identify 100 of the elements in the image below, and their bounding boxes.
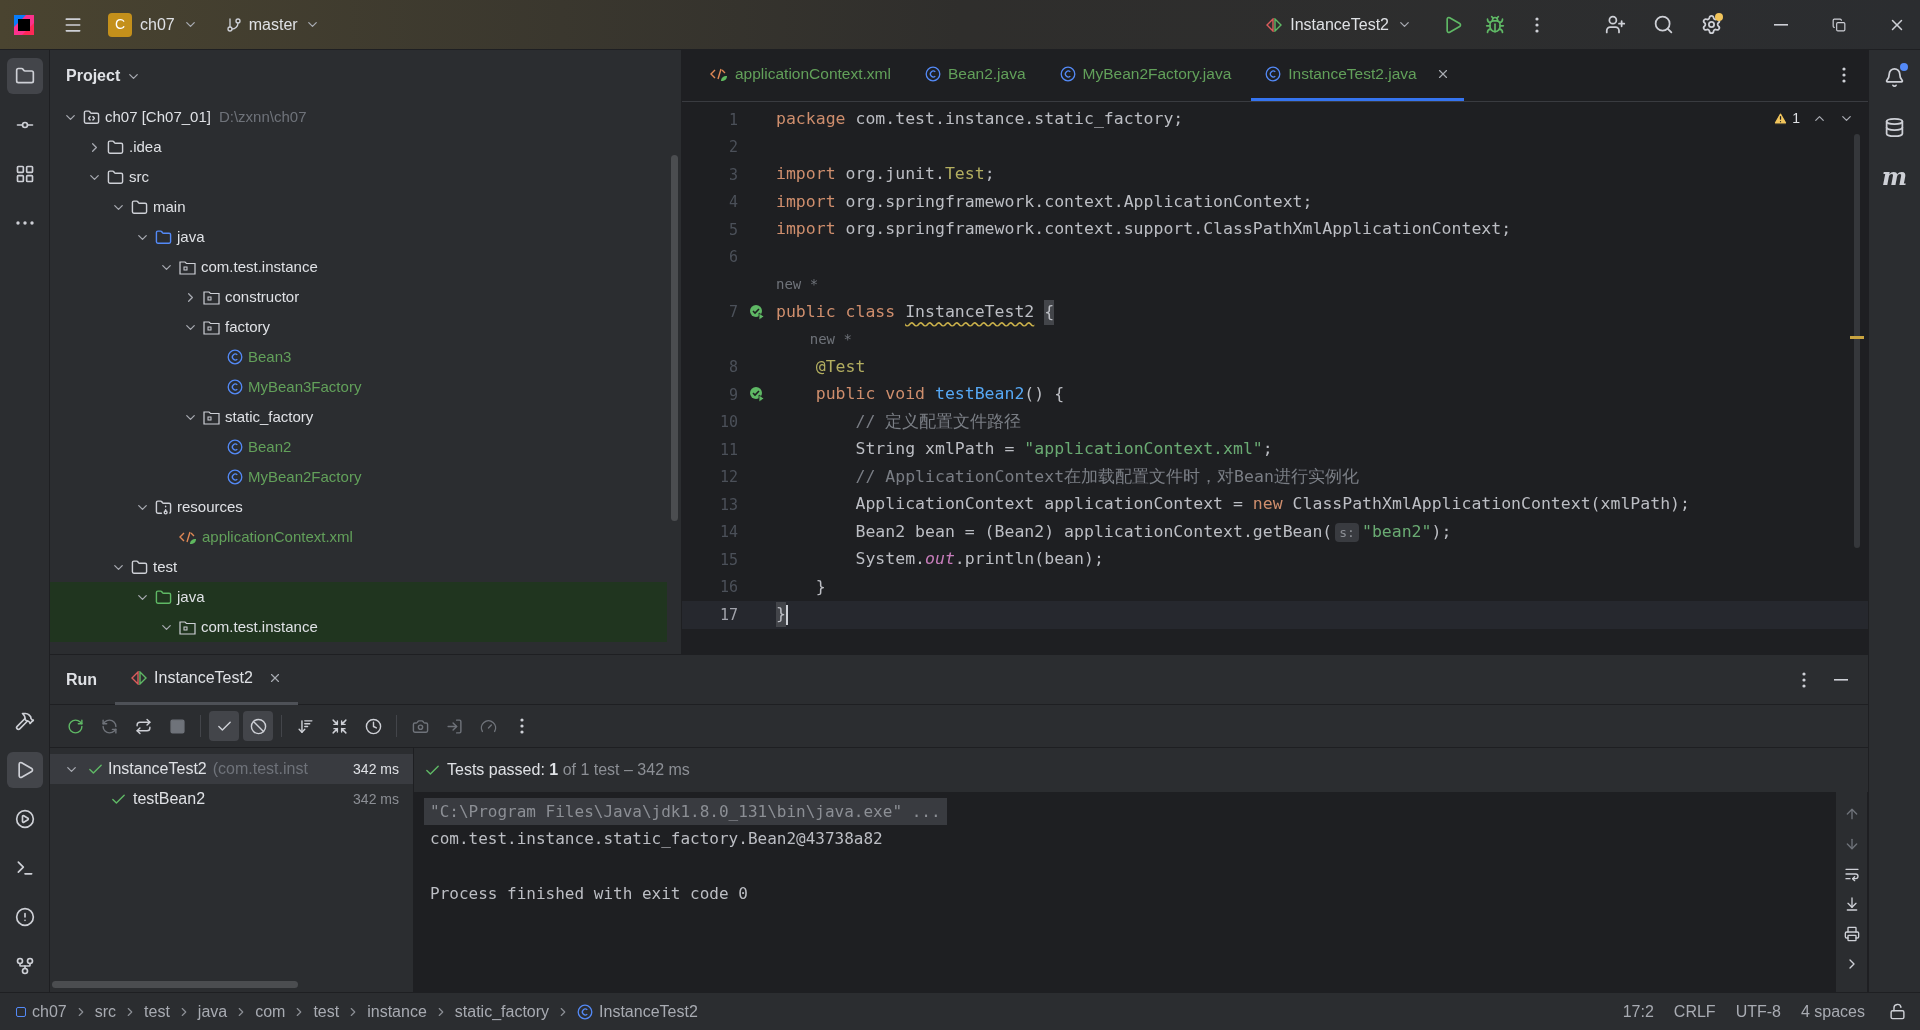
status-item[interactable]: UTF-8 [1735,999,1781,1024]
minimize-icon [1774,23,1788,26]
code-line: @Test [814,355,866,378]
warning-icon [1773,111,1789,126]
collapse-icon [330,717,348,735]
tool-window-button[interactable] [6,58,43,94]
gauge-icon [479,717,497,735]
auto-rerun-icon [134,717,152,735]
xml-file-icon [179,529,197,545]
stop-icon [168,717,186,735]
warning-count[interactable]: 1 [1773,108,1800,129]
breadcrumb[interactable]: InstanceTest2 [577,999,698,1024]
test-tree-item[interactable]: InstanceTest2 (com.test.inst 342 ms [50,754,413,784]
breadcrumb[interactable]: com [255,999,286,1024]
code-line: // 定义配置文件路径 [854,410,1022,433]
branch-switcher[interactable]: master [225,12,320,37]
alert-icon [14,907,35,927]
soft-wrap-icon[interactable] [1843,866,1860,882]
print-icon[interactable] [1843,926,1860,942]
git-branch-icon [225,16,242,33]
project-switcher[interactable]: C ch07 [108,12,198,37]
class-icon [227,349,243,365]
breadcrumb[interactable]: test [313,999,340,1024]
editor-tab[interactable]: MyBean2Factory.java [1045,49,1246,101]
run-test-icon[interactable] [748,386,766,404]
author-hint[interactable]: new * [776,329,852,351]
tool-window-button[interactable] [6,752,43,788]
warning-stripe [1850,336,1864,339]
scrollbar-thumb[interactable] [52,981,298,988]
status-item[interactable]: 17:2 [1622,999,1654,1024]
class-icon [577,1003,594,1020]
breadcrumb[interactable]: test [144,999,170,1024]
breadcrumb[interactable]: static_factory [454,999,550,1024]
camera-icon [411,717,429,735]
code-line: ApplicationContext applicationContext = new ClassPathXmlApplicationContext(xmlPath); [854,493,1690,516]
package-folder-icon [203,409,220,425]
folder-icon [131,198,148,216]
class-icon [227,439,243,455]
class-icon [1059,65,1076,82]
editor-tab[interactable]: InstanceTest2.java [1251,49,1464,101]
options-icon[interactable] [1802,671,1806,688]
hide-panel-icon[interactable] [1834,678,1848,681]
unlocked-icon[interactable] [1889,1003,1906,1020]
scrollbar-thumb[interactable] [1854,134,1860,548]
restore-icon [1832,17,1846,32]
package-folder-icon [179,619,196,635]
status-item[interactable]: 4 spaces [1800,999,1865,1024]
more-icon [15,221,34,225]
project-view-selector[interactable]: Project [50,50,681,102]
breadcrumb[interactable]: ch07 [16,999,67,1024]
breadcrumb[interactable]: java [197,999,228,1024]
code-line: public void testBean2() { [814,383,1065,406]
breadcrumb[interactable]: instance [367,999,427,1024]
more-icon[interactable] [520,718,524,734]
folder-icon [155,228,172,246]
run-tab[interactable]: InstanceTest2 [115,654,298,705]
rerun-icon [66,717,84,735]
folder-icon [107,138,124,156]
test-config-icon [1266,17,1283,32]
editor-tab[interactable]: applicationContext.xml [696,49,905,101]
run-configuration-selector[interactable]: InstanceTest2 [1266,12,1412,37]
more-icon[interactable] [1535,16,1539,33]
settings-icon [1700,14,1722,35]
console-line: Process finished with exit code 0 [430,883,748,906]
services-icon [14,809,35,829]
clock-icon [364,717,382,735]
code-line: import org.junit.Test; [776,163,995,186]
class-icon [1265,65,1282,82]
package-folder-icon [203,289,220,305]
user-plus-icon [1604,14,1626,35]
play-icon [1443,14,1463,35]
code-line: String xmlPath = "applicationContext.xml"; [854,438,1273,461]
run-test-icon[interactable] [748,303,766,321]
code-line: // ApplicationContext在加载配置文件时，对Bean进行实例化 [854,465,1359,488]
rerun-failed-icon [100,717,118,735]
tab-options-icon[interactable] [1842,67,1846,83]
code-line: Bean2 bean = (Bean2) applicationContext.getBean( s: "bean2"); [854,520,1452,544]
line-number: 17 [718,604,738,626]
tool-window-button[interactable]: m [1877,162,1912,192]
toolbar-button[interactable] [243,711,273,741]
app-logo-icon [12,12,36,37]
tree-item[interactable]: java [50,582,667,612]
module-folder-icon [83,108,100,126]
tree-item[interactable]: com.test.instance [50,612,667,642]
toolbar-button[interactable] [209,711,239,741]
resources-folder-icon [155,498,172,516]
class-icon [924,65,941,82]
editor-tab[interactable]: Bean2.java [910,49,1040,101]
code-line: } [814,575,826,598]
package-folder-icon [179,259,196,275]
folder-icon [155,588,172,606]
bell-icon [1884,66,1905,88]
status-item[interactable]: CRLF [1673,999,1716,1024]
test-tree-item[interactable]: testBean2 342 ms [50,784,413,814]
git-branch-icon [14,956,35,976]
breadcrumb[interactable]: src [94,999,117,1024]
author-hint[interactable]: new * [776,274,819,296]
ban-icon [249,717,267,735]
scrollbar-thumb[interactable] [671,155,678,521]
code-line: import org.springframework.context.ApplicationContext; [776,190,1313,213]
